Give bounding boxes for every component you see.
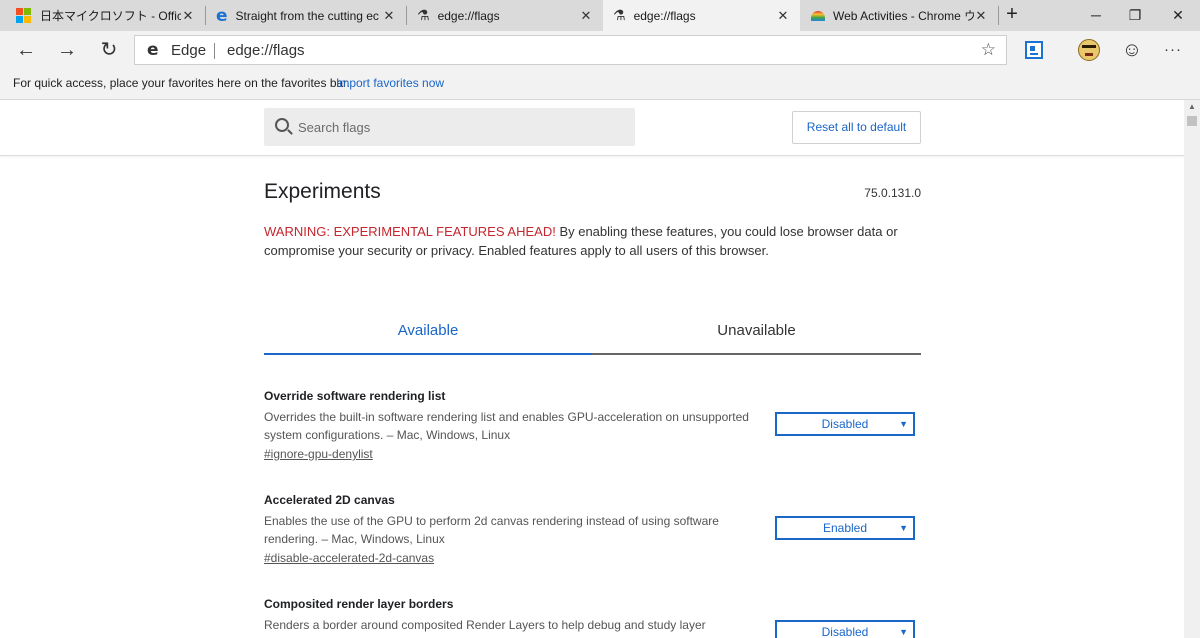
flag-state-select[interactable]: Disabled ▼ <box>775 620 915 638</box>
flag-state-value: Enabled <box>822 521 868 535</box>
flag-name: Accelerated 2D canvas <box>264 493 395 507</box>
refresh-button[interactable]: ↻ <box>94 35 124 65</box>
vertical-scrollbar[interactable]: ▲ <box>1184 100 1200 638</box>
feedback-smiley-icon[interactable]: ☺ <box>1117 35 1147 65</box>
tab-unavailable[interactable]: Unavailable <box>592 320 921 355</box>
flag-tabs: Available Unavailable <box>264 320 921 355</box>
flag-permalink[interactable]: #ignore-gpu-denylist <box>264 447 373 461</box>
search-box[interactable] <box>264 108 635 146</box>
flag-description: Overrides the built-in software renderin… <box>264 410 749 442</box>
window-close-button[interactable]: ✕ <box>1156 0 1200 31</box>
flags-page: Reset all to default Experiments 75.0.13… <box>0 100 1184 638</box>
back-button[interactable]: ← <box>11 35 41 65</box>
page-title: Experiments <box>264 180 381 203</box>
version-number: 75.0.131.0 <box>864 186 921 200</box>
divider <box>214 43 215 59</box>
tab-title: Web Activities - Chrome ウ <box>833 9 974 23</box>
import-favorites-link[interactable]: Import favorites now <box>336 76 444 90</box>
tab-title: Straight from the cutting ec <box>235 8 379 23</box>
forward-button[interactable]: → <box>52 35 82 65</box>
flag-item: Composited render layer borders Renders … <box>264 597 921 638</box>
search-icon <box>275 118 289 132</box>
flag-state-value: Disabled <box>821 625 869 638</box>
new-tab-button[interactable]: + <box>1001 0 1023 31</box>
flag-description: Renders a border around composited Rende… <box>264 618 706 632</box>
warning-lead: WARNING: EXPERIMENTAL FEATURES AHEAD! <box>264 224 556 239</box>
microsoft-logo-icon <box>16 7 32 24</box>
extension-avatar-icon[interactable] <box>1078 39 1100 61</box>
tab-edge-news[interactable]: e Straight from the cutting ec ✕ <box>206 0 406 31</box>
tab-available[interactable]: Available <box>264 320 592 355</box>
flag-permalink[interactable]: #disable-accelerated-2d-canvas <box>264 551 434 565</box>
minimize-button[interactable]: ─ <box>1074 0 1118 31</box>
flag-item: Override software rendering list Overrid… <box>264 389 921 463</box>
search-input[interactable] <box>298 117 618 137</box>
close-icon[interactable]: ✕ <box>382 8 396 24</box>
collections-icon[interactable] <box>1025 41 1043 59</box>
tab-flags-1[interactable]: ⚗ edge://flags ✕ <box>407 0 603 31</box>
tab-separator <box>998 6 999 25</box>
chevron-down-icon: ▼ <box>899 523 908 533</box>
rainbow-icon <box>811 10 825 21</box>
tab-title: edge://flags <box>633 8 696 23</box>
edge-logo-icon: e <box>147 40 159 60</box>
flag-item: Accelerated 2D canvas Enables the use of… <box>264 493 921 567</box>
close-icon[interactable]: ✕ <box>974 8 988 24</box>
flag-name: Override software rendering list <box>264 389 446 403</box>
site-label: Edge <box>171 42 207 59</box>
close-icon[interactable]: ✕ <box>579 8 593 24</box>
chevron-down-icon: ▼ <box>899 627 908 637</box>
flag-name: Composited render layer borders <box>264 597 454 611</box>
close-icon[interactable]: ✕ <box>181 8 195 24</box>
page-header: Reset all to default <box>0 100 1184 156</box>
tab-title: edge://flags <box>437 8 500 23</box>
tab-web-activities[interactable]: Web Activities - Chrome ウ ✕ <box>801 0 998 31</box>
tab-strip: 日本マイクロソフト - Official H ✕ e Straight from… <box>0 0 1200 31</box>
favorite-star-icon[interactable]: ☆ <box>981 40 996 60</box>
flag-state-select[interactable]: Enabled ▼ <box>775 516 915 540</box>
more-menu-icon[interactable]: ··· <box>1158 35 1188 65</box>
restore-button[interactable]: ❐ <box>1113 0 1157 31</box>
tab-title: 日本マイクロソフト - Official H <box>40 9 181 23</box>
chevron-down-icon: ▼ <box>899 419 908 429</box>
favorites-bar: For quick access, place your favorites h… <box>0 69 1200 100</box>
flask-icon: ⚗ <box>417 7 430 23</box>
edge-logo-icon: e <box>216 5 228 26</box>
address-bar[interactable]: e Edge edge://flags ☆ <box>134 35 1007 65</box>
flag-state-select[interactable]: Disabled ▼ <box>775 412 915 436</box>
tab-flags-active[interactable]: ⚗ edge://flags ✕ <box>603 0 800 31</box>
scroll-up-arrow-icon[interactable]: ▲ <box>1184 100 1200 114</box>
url-text[interactable]: edge://flags <box>227 42 305 59</box>
flask-icon: ⚗ <box>613 7 626 23</box>
close-icon[interactable]: ✕ <box>776 8 790 24</box>
reset-all-button[interactable]: Reset all to default <box>792 111 921 144</box>
tab-microsoft[interactable]: 日本マイクロソフト - Official H ✕ <box>0 0 205 31</box>
toolbar: ← → ↻ e Edge edge://flags ☆ ☺ ··· <box>0 31 1200 69</box>
flag-description: Enables the use of the GPU to perform 2d… <box>264 514 719 546</box>
scroll-thumb[interactable] <box>1187 116 1197 126</box>
warning-message: WARNING: EXPERIMENTAL FEATURES AHEAD! By… <box>264 223 904 260</box>
flag-state-value: Disabled <box>821 417 869 431</box>
favorites-bar-message: For quick access, place your favorites h… <box>13 76 350 90</box>
